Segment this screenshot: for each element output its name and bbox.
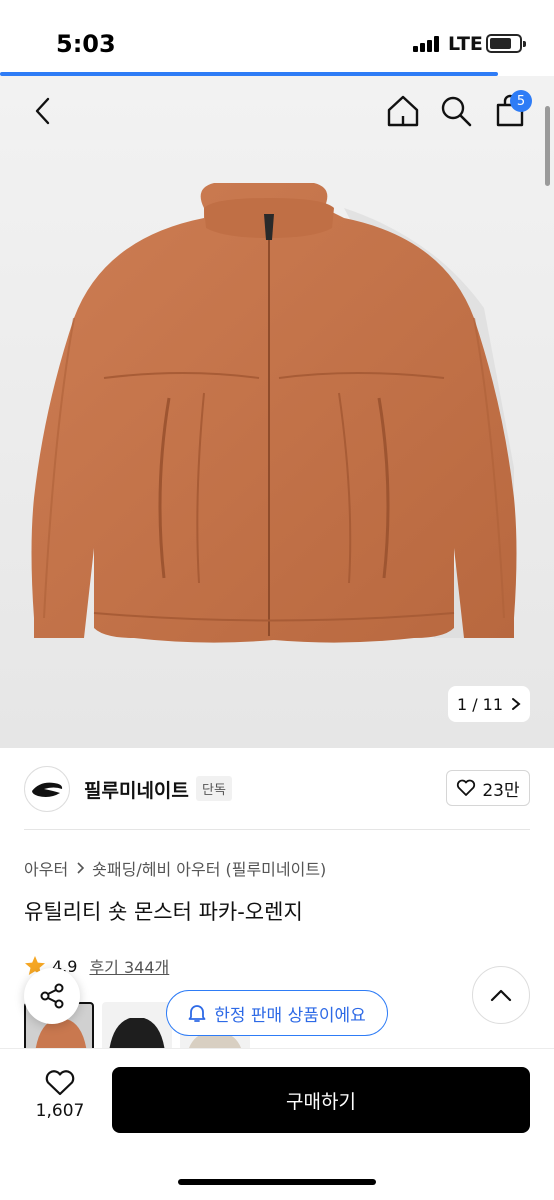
battery-icon <box>486 34 526 53</box>
limited-sale-label: 한정 판매 상품이에요 <box>214 1005 366 1026</box>
back-button[interactable] <box>26 94 60 128</box>
home-indicator <box>178 1179 376 1185</box>
cart-count-badge: 5 <box>510 90 532 112</box>
brand-logo-mark <box>32 782 63 797</box>
product-image-gallery[interactable]: 5 1 / 11 <box>0 76 554 748</box>
chevron-up-icon <box>490 989 512 1002</box>
share-button[interactable] <box>24 968 80 1024</box>
brand-logo[interactable] <box>24 766 70 812</box>
gallery-counter[interactable]: 1 / 11 <box>448 686 530 722</box>
top-nav: 5 <box>0 76 554 146</box>
chevron-right-icon <box>512 698 521 710</box>
reviews-link[interactable]: 후기 344개 <box>89 954 169 978</box>
breadcrumb-item[interactable]: 숏패딩/헤비 아우터 (필루미네이트) <box>92 856 326 880</box>
scrollbar[interactable] <box>545 106 550 186</box>
share-icon <box>40 983 64 1009</box>
home-button[interactable] <box>384 92 422 130</box>
breadcrumb: 아우터 숏패딩/헤비 아우터 (필루미네이트) <box>24 856 326 880</box>
home-icon <box>387 95 419 127</box>
limited-sale-chip[interactable]: 한정 판매 상품이에요 <box>166 990 388 1036</box>
network-label: LTE <box>448 33 483 55</box>
gallery-counter-text: 1 / 11 <box>456 694 504 714</box>
status-bar: 5:03 LTE <box>0 0 554 74</box>
cart-button[interactable]: 5 <box>490 90 532 130</box>
buy-button[interactable]: 구매하기 <box>112 1067 530 1133</box>
bottom-action-bar: 1,607 구매하기 <box>0 1048 554 1200</box>
thumbnail-black[interactable] <box>102 1002 172 1048</box>
heart-icon <box>45 1070 75 1096</box>
brand-row: 필루미네이트 단독 23만 <box>0 748 554 832</box>
exclusive-badge: 단독 <box>196 776 232 801</box>
product-image <box>31 183 517 643</box>
brand-like-count: 23만 <box>482 780 520 801</box>
scroll-to-top-button[interactable] <box>472 966 530 1024</box>
signal-icon <box>413 36 443 52</box>
chevron-right-icon <box>77 862 85 874</box>
breadcrumb-item[interactable]: 아우터 <box>24 856 68 880</box>
divider <box>24 829 530 830</box>
product-title: 유틸리티 숏 몬스터 파카-오렌지 <box>24 900 303 924</box>
brand-name[interactable]: 필루미네이트 <box>84 776 189 803</box>
wishlist-button[interactable]: 1,607 <box>30 1069 90 1121</box>
heart-icon <box>457 779 476 796</box>
status-time: 5:03 <box>56 30 116 58</box>
brand-like-button[interactable]: 23만 <box>446 770 530 806</box>
search-icon <box>441 96 472 127</box>
search-button[interactable] <box>436 92 476 130</box>
thumbnail-image <box>109 1018 165 1048</box>
back-icon <box>35 97 50 125</box>
wishlist-count: 1,607 <box>35 1101 85 1121</box>
bell-icon <box>188 1005 206 1022</box>
